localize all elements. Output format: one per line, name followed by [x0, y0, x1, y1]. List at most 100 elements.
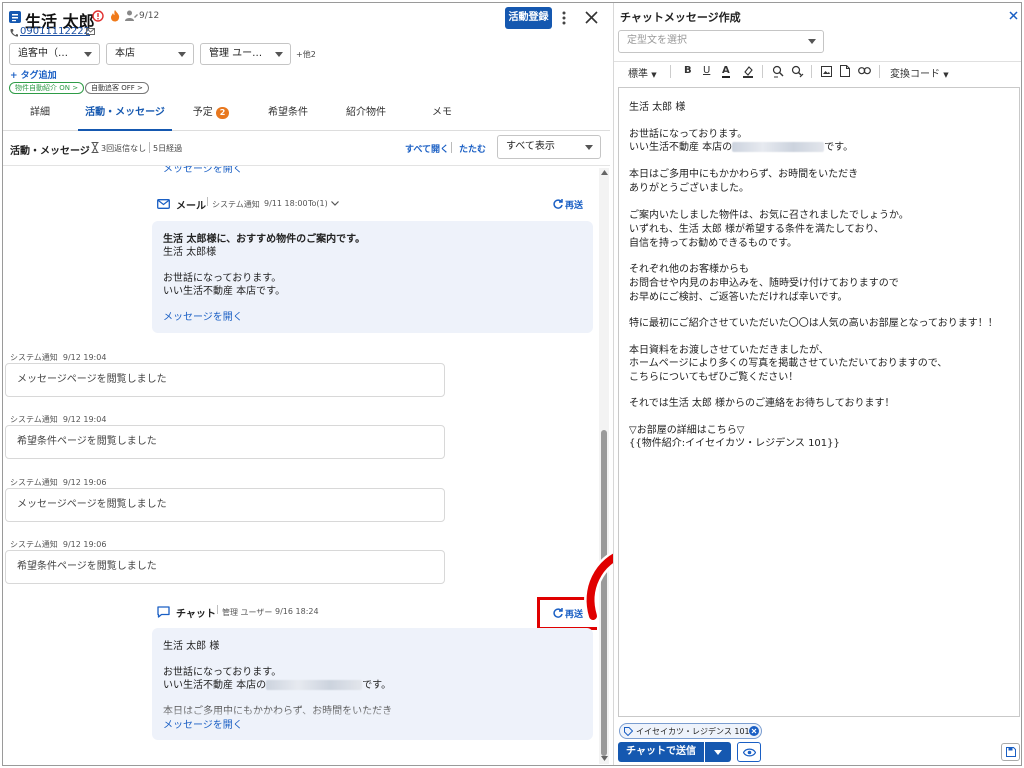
- status-select[interactable]: 追客中（…: [9, 43, 100, 65]
- chevron-down-icon: [178, 52, 186, 57]
- mail-small-icon[interactable]: [86, 28, 95, 35]
- file-icon[interactable]: [840, 65, 850, 77]
- activity-heading: 活動・メッセージ: [10, 146, 90, 157]
- resend-mail-button[interactable]: 再送: [565, 198, 583, 211]
- phone-icon: [9, 28, 18, 37]
- editor-line: それぞれ他のお客様からも: [629, 264, 749, 275]
- chat-line-store-end: です。: [362, 680, 392, 691]
- tab-memo[interactable]: メモ: [427, 103, 457, 131]
- open-message-link-partial[interactable]: メッセージを開く: [163, 166, 243, 175]
- editor-line: ご案内いたしました物件は、お気に召されましたでしょうか。: [629, 210, 909, 221]
- editor-line-store-text: いい生活不動産 本店の: [629, 142, 733, 153]
- editor-line: それでは生活 太郎 様からのご連絡をお待ちしております！: [629, 398, 895, 409]
- remove-tag-icon[interactable]: [749, 726, 759, 736]
- filter-select[interactable]: すべて表示: [497, 135, 601, 159]
- alert-icon: [92, 10, 104, 22]
- divider: [670, 65, 671, 78]
- scroll-up-arrow[interactable]: [601, 170, 608, 175]
- expand-all-link[interactable]: すべて開く: [405, 142, 449, 155]
- notification-time: 9/12 19:06: [62, 478, 107, 487]
- highlight-icon[interactable]: [742, 65, 754, 78]
- link-icon[interactable]: [858, 67, 871, 75]
- underline-icon[interactable]: U: [703, 65, 710, 76]
- chat-line: 生活 太郎 様: [163, 641, 220, 652]
- send-options-dropdown[interactable]: [705, 742, 731, 762]
- preview-button[interactable]: [737, 742, 761, 762]
- find-icon[interactable]: [772, 65, 785, 78]
- tab-introduced-properties[interactable]: 紹介物件: [341, 103, 391, 131]
- bold-icon[interactable]: B: [684, 65, 692, 76]
- collapse-link[interactable]: たたむ: [459, 142, 486, 155]
- scrollbar-track[interactable]: [599, 168, 609, 764]
- tab-preferences[interactable]: 希望条件: [263, 103, 313, 131]
- divider: [879, 65, 880, 78]
- more-menu-icon[interactable]: [562, 11, 566, 25]
- chat-bubble-icon: [157, 606, 170, 618]
- close-icon[interactable]: [1009, 11, 1018, 20]
- tab-details[interactable]: 詳細: [25, 103, 55, 131]
- store-select[interactable]: 本店: [106, 43, 194, 65]
- send-chat-button[interactable]: チャットで送信: [618, 742, 704, 762]
- chevron-down-icon[interactable]: [331, 201, 339, 206]
- editor-line: お早めにご検討、ご返答いただければ幸いです。: [629, 292, 848, 303]
- notification-meta: システム通知 9/12 19:06: [10, 477, 106, 488]
- timeline[interactable]: メッセージを開く メール | システム通知 9/11 18:00 To(1) 再…: [3, 166, 597, 765]
- phone-number-link[interactable]: 09011112222: [20, 26, 90, 37]
- mail-recipient-count[interactable]: To(1): [308, 199, 328, 208]
- chat-message-card[interactable]: 生活 太郎 様 お世話になっております。 いい生活不動産 本店のです。 本日はご…: [152, 628, 593, 740]
- chat-sender: 管理 ユーザー: [222, 608, 273, 617]
- open-message-link[interactable]: メッセージを開く: [163, 719, 243, 732]
- eye-icon: [742, 748, 756, 757]
- divider: [811, 65, 812, 78]
- close-icon[interactable]: [585, 11, 598, 24]
- template-select[interactable]: 定型文を選択: [618, 30, 824, 53]
- message-editor[interactable]: 生活 太郎 様 お世話になっております。 いい生活不動産 本店の です。 本日はご…: [618, 87, 1020, 717]
- chevron-down-icon: [84, 52, 92, 57]
- separator: |: [216, 605, 220, 615]
- notification-sender: システム通知: [10, 540, 58, 549]
- divider: [451, 142, 452, 153]
- customer-panel: 生活 太郎 9/12 09011112222 活動登録 追客中（… 本店 管理 …: [3, 3, 611, 765]
- text-style-select[interactable]: 標準 ▼: [628, 65, 657, 80]
- scroll-down-arrow[interactable]: [601, 756, 608, 761]
- divider: [149, 142, 150, 153]
- editor-line: {{物件紹介:イイセイカツ・レジデンス 101}}: [629, 438, 840, 449]
- more-assignees[interactable]: +他2: [296, 49, 316, 60]
- open-message-link[interactable]: メッセージを開く: [163, 311, 243, 324]
- no-reply-count: 3回返信なし: [101, 144, 147, 153]
- chevron-down-icon: [808, 39, 816, 44]
- chevron-down-icon: ▼: [943, 71, 949, 79]
- save-draft-button[interactable]: [1001, 743, 1020, 761]
- resend-icon: [553, 608, 563, 618]
- mail-line: 生活 太郎様: [163, 247, 217, 258]
- manager-select[interactable]: 管理 ユー…: [200, 43, 291, 65]
- notification-meta: システム通知 9/12 19:06: [10, 539, 106, 550]
- redacted-text: [732, 142, 825, 152]
- redacted-text: [266, 680, 363, 690]
- property-tag[interactable]: イイセイカツ・レジデンス 101: [619, 723, 762, 739]
- tab-activity-messages[interactable]: 活動・メッセージ: [78, 103, 172, 131]
- tab-schedule[interactable]: 予定 2: [188, 103, 234, 131]
- font-color-icon[interactable]: A: [722, 65, 730, 78]
- notification-meta: システム通知 9/12 19:04: [10, 352, 106, 363]
- chevron-down-icon: [714, 750, 722, 755]
- activity-register-button[interactable]: 活動登録: [505, 7, 552, 29]
- notification-item: メッセージページを閲覧しました: [5, 363, 445, 397]
- editor-line: 自信を持ってお勧めできるものです。: [629, 238, 797, 249]
- replace-icon[interactable]: [791, 65, 804, 78]
- auto-intro-pill[interactable]: 物件自動紹介 ON >: [9, 82, 85, 94]
- editor-line: お問合せや内見のお申込みを、随時受け付けておりますので: [629, 278, 899, 289]
- mail-icon: [157, 199, 170, 209]
- compose-panel: チャットメッセージ作成 定型文を選択 標準 ▼ B U A 変換コード ▼ 生活…: [613, 3, 1021, 765]
- convert-code-select[interactable]: 変換コード ▼: [890, 65, 949, 80]
- image-icon[interactable]: [821, 66, 832, 77]
- chevron-down-icon: [275, 52, 283, 57]
- chat-line: お世話になっております。: [163, 667, 282, 678]
- mail-sender: システム通知: [212, 200, 260, 209]
- compose-title: チャットメッセージ作成: [620, 11, 741, 24]
- editor-line: 生活 太郎 様: [629, 102, 686, 113]
- mail-message-card[interactable]: 生活 太郎様に、おすすめ物件のご案内です。 生活 太郎様 お世話になっております…: [152, 221, 593, 333]
- auto-follow-pill[interactable]: 自動追客 OFF >: [85, 82, 149, 94]
- add-tag-link[interactable]: + タグ追加: [10, 68, 57, 81]
- notification-time: 9/12 19:04: [62, 353, 107, 362]
